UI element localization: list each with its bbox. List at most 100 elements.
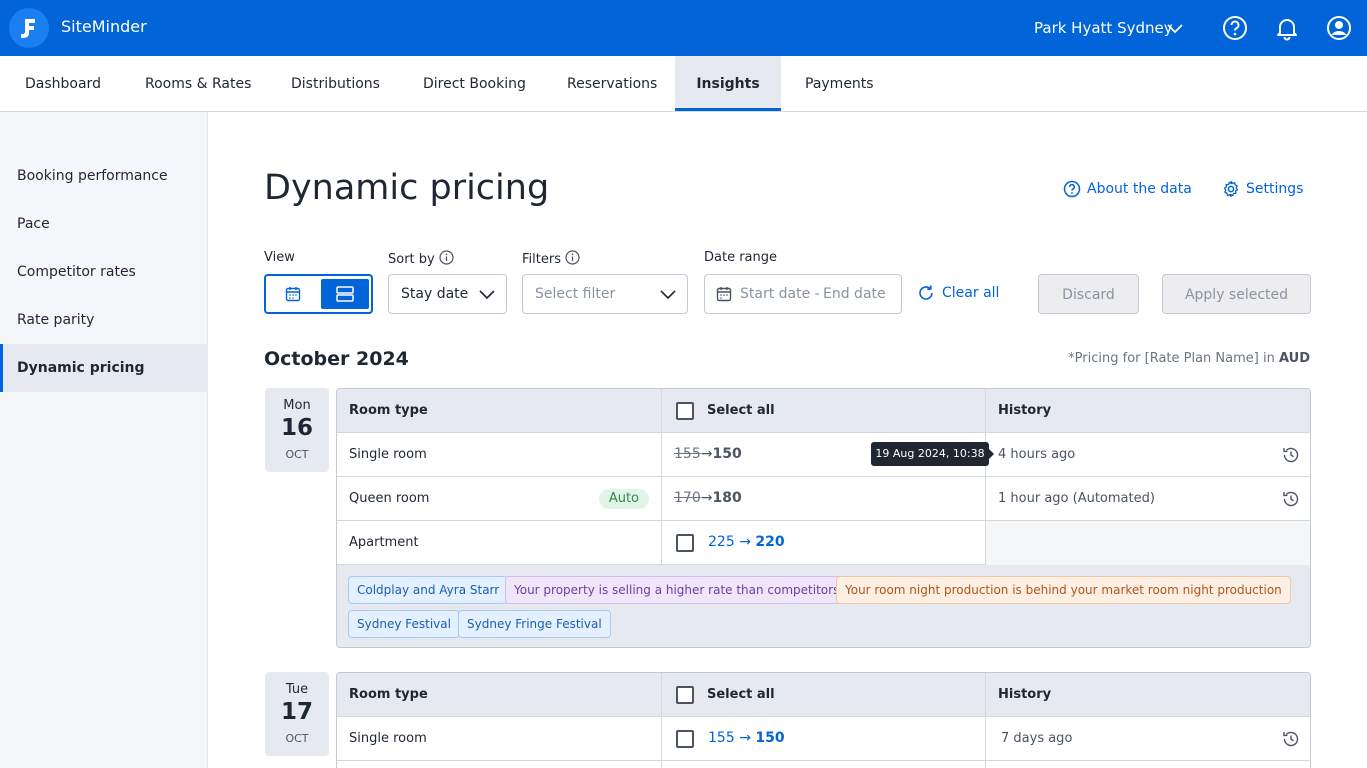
sort-by-select[interactable]: Stay date: [388, 274, 507, 314]
insight-tag[interactable]: Your property is selling a higher rate t…: [505, 576, 849, 604]
day-of-week: Tue: [285, 682, 309, 697]
tab-dashboard[interactable]: Dashboard: [1, 56, 125, 111]
history-icon[interactable]: [1282, 446, 1300, 464]
history-text: 4 hours ago: [998, 447, 1076, 462]
about-the-data-link[interactable]: About the data: [1063, 180, 1193, 198]
sidebar-item-pace[interactable]: Pace: [0, 200, 208, 248]
sidebar-item-dynamic-pricing[interactable]: Dynamic pricing: [0, 344, 208, 392]
calendar-view-button[interactable]: [269, 279, 317, 309]
table-row: Single room 155 → 150 7 days ago: [337, 717, 1310, 761]
rate-checkbox[interactable]: [676, 534, 694, 552]
rows-icon: [336, 286, 354, 302]
history-icon[interactable]: [1282, 490, 1300, 508]
rate-change: 170→180: [674, 490, 742, 506]
day-month: OCT: [285, 732, 309, 745]
pricing-table: Room type Select all History Single room…: [336, 388, 1311, 648]
end-date-placeholder: End date: [823, 286, 886, 302]
room-type: Apartment: [349, 535, 419, 550]
sidebar-item-competitor-rates[interactable]: Competitor rates: [0, 248, 208, 296]
room-type: Single room: [349, 447, 427, 462]
auto-badge: Auto: [598, 489, 649, 509]
clear-all-label: Clear all: [942, 285, 1000, 301]
apply-selected-button[interactable]: Apply selected: [1162, 274, 1311, 314]
help-icon[interactable]: [1222, 15, 1248, 41]
gear-icon: [1223, 180, 1239, 198]
sort-by-label: Sort by: [388, 250, 454, 267]
date-range-label: Date range: [704, 250, 778, 265]
table-header-row: Room type Select all History: [337, 673, 1310, 717]
brand-name: SiteMinder: [61, 17, 147, 36]
chevron-down-icon: [660, 290, 676, 300]
rate-change-link[interactable]: 155 → 150: [708, 730, 785, 746]
date-badge: Mon 16 OCT: [265, 388, 329, 472]
calendar-icon: [716, 287, 732, 302]
table-row: Single room 155→150 4 hours ago: [337, 433, 1310, 477]
help-circle-icon: [1063, 180, 1081, 198]
settings-label: Settings: [1246, 181, 1304, 197]
event-tag[interactable]: Sydney Fringe Festival: [458, 610, 611, 638]
refresh-icon: [919, 285, 933, 300]
rate-change-link[interactable]: 225 → 220: [708, 534, 785, 550]
history-empty: [986, 521, 1310, 565]
user-avatar-icon[interactable]: [1326, 15, 1352, 41]
month-heading: October 2024: [264, 348, 409, 370]
date-badge: Tue 17 OCT: [265, 672, 329, 756]
select-all-label: Select all: [707, 687, 775, 702]
room-type: Single room: [349, 731, 427, 746]
calendar-icon: [285, 287, 301, 302]
room-type-header: Room type: [349, 403, 428, 418]
date-range-input[interactable]: Start date - End date: [704, 274, 902, 314]
tab-direct-booking[interactable]: Direct Booking: [399, 56, 550, 111]
tab-insights[interactable]: Insights: [675, 56, 781, 111]
history-text: 7 days ago: [1001, 731, 1073, 746]
pricing-note: *Pricing for [Rate Plan Name] in AUD: [1068, 351, 1310, 366]
view-toggle: [264, 274, 373, 314]
event-tag[interactable]: Sydney Festival: [348, 610, 460, 638]
select-all-checkbox[interactable]: [676, 402, 694, 420]
filter-select[interactable]: Select filter: [522, 274, 688, 314]
list-view-button[interactable]: [321, 279, 369, 309]
tab-rooms-rates[interactable]: Rooms & Rates: [121, 56, 275, 111]
tab-payments[interactable]: Payments: [781, 56, 898, 111]
sidebar-item-rate-parity[interactable]: Rate parity: [0, 296, 208, 344]
event-tag[interactable]: Coldplay and Ayra Starr: [348, 576, 509, 604]
insight-tag[interactable]: Your room night production is behind you…: [836, 576, 1291, 604]
view-label: View: [264, 250, 295, 265]
discard-button[interactable]: Discard: [1038, 274, 1139, 314]
top-bar: SiteMinder Park Hyatt Sydney: [0, 0, 1367, 56]
rate-checkbox[interactable]: [676, 730, 694, 748]
table-row: [337, 761, 1310, 768]
rate-change: 155→150: [674, 446, 742, 462]
history-tooltip: 19 Aug 2024, 10:38: [871, 442, 994, 466]
chevron-down-icon[interactable]: [1167, 22, 1183, 34]
day-number: 16: [280, 415, 313, 441]
pricing-table: Room type Select all History Single room…: [336, 672, 1311, 768]
history-header: History: [998, 403, 1052, 418]
chevron-down-icon: [479, 290, 495, 300]
table-row: Apartment 225 → 220: [337, 521, 1310, 565]
clear-all-button[interactable]: Clear all: [917, 283, 999, 303]
info-icon[interactable]: [565, 250, 580, 265]
start-date-placeholder: Start date -: [740, 286, 820, 302]
history-text: 1 hour ago (Automated): [998, 491, 1155, 506]
main-nav: Dashboard Rooms & Rates Distributions Di…: [0, 56, 1367, 112]
day-number: 17: [280, 699, 313, 725]
select-all-checkbox[interactable]: [676, 686, 694, 704]
filters-label: Filters: [522, 250, 580, 267]
sidebar: Booking performance Pace Competitor rate…: [0, 112, 208, 768]
settings-link[interactable]: Settings: [1222, 180, 1312, 198]
room-type: Queen room: [349, 491, 430, 506]
history-header: History: [998, 687, 1052, 702]
property-selector[interactable]: Park Hyatt Sydney: [1034, 19, 1173, 37]
page-title: Dynamic pricing: [264, 168, 550, 208]
tab-distributions[interactable]: Distributions: [267, 56, 404, 111]
history-icon[interactable]: [1282, 730, 1300, 748]
tab-reservations[interactable]: Reservations: [543, 56, 681, 111]
filter-placeholder: Select filter: [535, 286, 616, 302]
bell-icon[interactable]: [1274, 15, 1300, 41]
tag-area: Coldplay and Ayra Starr Your property is…: [337, 565, 1310, 647]
sidebar-item-booking-performance[interactable]: Booking performance: [0, 152, 208, 200]
info-icon[interactable]: [439, 250, 454, 265]
siteminder-logo-icon[interactable]: [9, 8, 49, 48]
day-of-week: Mon: [283, 398, 311, 413]
